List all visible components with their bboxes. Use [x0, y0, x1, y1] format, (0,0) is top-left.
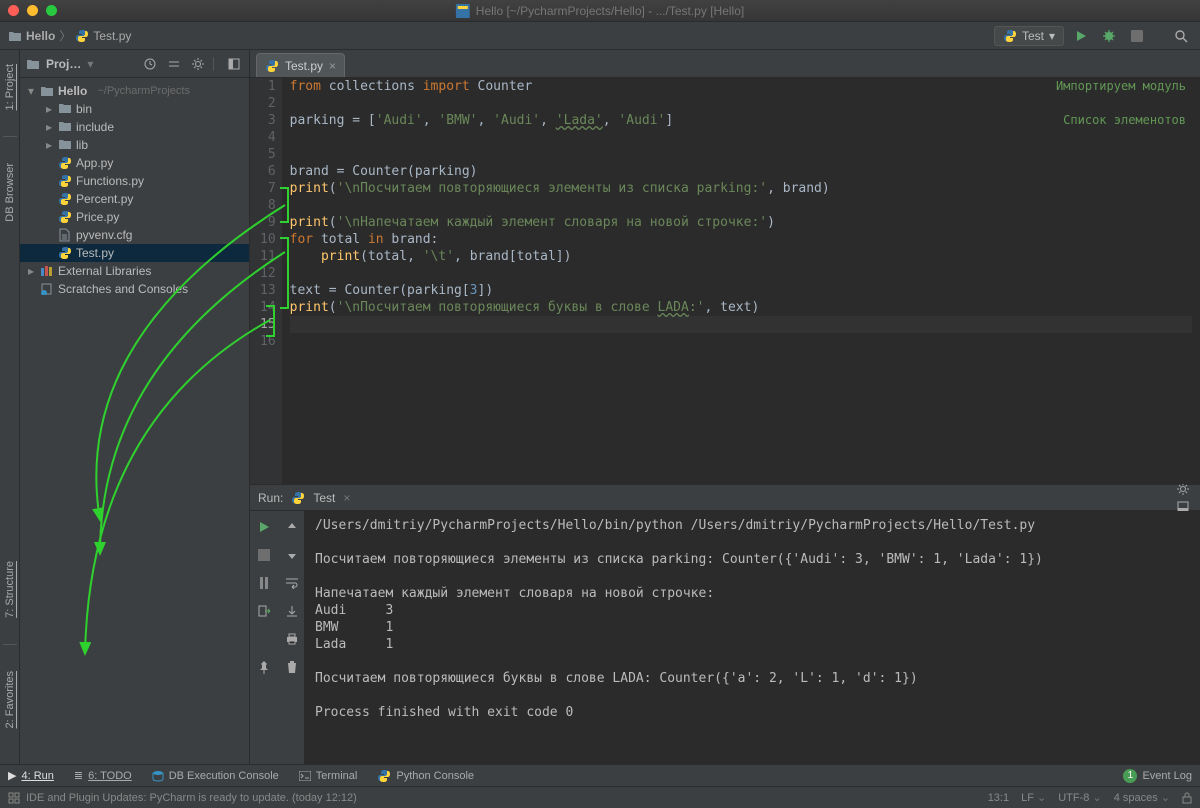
tool-tab-project[interactable]: 1: Project	[2, 58, 18, 116]
run-config-select[interactable]: Test ▾	[994, 26, 1064, 46]
cursor-position[interactable]: 13:1	[988, 792, 1009, 804]
window-title: Hello [~/PycharmProjects/Hello] - .../Te…	[476, 4, 744, 18]
trash-button[interactable]	[282, 657, 302, 677]
window-minimize-button[interactable]	[27, 5, 38, 16]
settings-button[interactable]	[189, 55, 207, 73]
stop-button[interactable]	[1126, 25, 1148, 47]
app-icon	[456, 4, 470, 18]
close-run-tab[interactable]: ×	[343, 491, 350, 505]
tab-python-console[interactable]: Python Console	[377, 769, 474, 783]
tree-item[interactable]: Price.py	[20, 208, 249, 226]
tab-event-log[interactable]: 1Event Log	[1123, 769, 1192, 783]
breadcrumb-file[interactable]: Test.py	[93, 29, 131, 43]
tab-run[interactable]: ▶4: Run	[8, 769, 54, 782]
line-separator[interactable]: LF ⌄	[1021, 791, 1046, 804]
tree-external-libraries[interactable]: ▸ External Libraries	[20, 262, 249, 280]
run-tab-label[interactable]: Test	[313, 491, 335, 505]
code-content[interactable]: Импортируем модуль Список элеменотов fro…	[282, 78, 1200, 484]
run-toolbar	[250, 511, 305, 764]
project-tree[interactable]: ▾ Hello ~/PycharmProjects ▸bin▸include▸l…	[20, 78, 249, 764]
tree-item[interactable]: pyvenv.cfg	[20, 226, 249, 244]
lock-icon[interactable]	[1182, 792, 1192, 804]
run-config-name: Test	[1022, 29, 1044, 43]
breadcrumb-root[interactable]: Hello	[26, 29, 55, 43]
tree-item[interactable]: ▸bin	[20, 100, 249, 118]
up-button[interactable]	[282, 517, 302, 537]
pause-button[interactable]	[254, 573, 274, 593]
tool-tab-favorites[interactable]: 2: Favorites	[2, 665, 18, 734]
hide-sidebar-button[interactable]	[225, 55, 243, 73]
print-button[interactable]	[282, 629, 302, 649]
window-close-button[interactable]	[8, 5, 19, 16]
sidebar-title: Proj…	[46, 57, 81, 71]
select-opened-file-button[interactable]	[141, 55, 159, 73]
indent-status[interactable]: 4 spaces ⌄	[1114, 791, 1170, 804]
stop-run-button[interactable]	[254, 545, 274, 565]
annotation-2: Список элеменотов	[1063, 112, 1186, 129]
tab-label: Test.py	[285, 59, 323, 73]
python-icon	[291, 491, 305, 505]
debug-button[interactable]	[1098, 25, 1120, 47]
project-sidebar: Proj… ▾ ▾ Hello ~/PycharmProjects ▸bin▸i…	[20, 50, 250, 764]
run-button[interactable]	[1070, 25, 1092, 47]
console-output[interactable]: /Users/dmitriy/PycharmProjects/Hello/bin…	[305, 511, 1200, 764]
window-zoom-button[interactable]	[46, 5, 57, 16]
tree-item[interactable]: Test.py	[20, 244, 249, 262]
file-encoding[interactable]: UTF-8 ⌄	[1058, 791, 1101, 804]
windows-icon[interactable]	[8, 792, 20, 804]
chevron-down-icon: ▾	[1049, 29, 1055, 43]
tree-item[interactable]: Percent.py	[20, 190, 249, 208]
exit-button[interactable]	[254, 601, 274, 621]
line-gutter: 12345678910111213141516	[250, 78, 282, 484]
project-icon	[26, 58, 40, 70]
scroll-to-end-button[interactable]	[282, 601, 302, 621]
collapse-all-button[interactable]	[165, 55, 183, 73]
rerun-button[interactable]	[254, 517, 274, 537]
search-button[interactable]	[1170, 25, 1192, 47]
tree-item[interactable]: ▸lib	[20, 136, 249, 154]
tree-scratches[interactable]: Scratches and Consoles	[20, 280, 249, 298]
annotation-1: Импортируем модуль	[1056, 78, 1186, 95]
run-panel-label: Run:	[258, 491, 283, 505]
tab-terminal[interactable]: Terminal	[299, 770, 358, 782]
left-tool-strip: 1: Project DB Browser 7: Structure 2: Fa…	[0, 50, 20, 764]
titlebar: Hello [~/PycharmProjects/Hello] - .../Te…	[0, 0, 1200, 22]
tab-db-console[interactable]: DB Execution Console	[152, 770, 279, 782]
chevron-down-icon[interactable]: ▾	[87, 57, 93, 71]
tool-tab-db[interactable]: DB Browser	[2, 157, 18, 228]
tree-item[interactable]: ▸include	[20, 118, 249, 136]
tree-root[interactable]: ▾ Hello ~/PycharmProjects	[20, 82, 249, 100]
folder-icon	[8, 30, 22, 42]
breadcrumb[interactable]: Hello 〉 Test.py	[8, 27, 131, 44]
down-button[interactable]	[282, 545, 302, 565]
tool-tab-structure[interactable]: 7: Structure	[2, 555, 18, 624]
close-tab-button[interactable]: ×	[329, 59, 336, 73]
statusbar: IDE and Plugin Updates: PyCharm is ready…	[0, 786, 1200, 808]
python-file-icon	[265, 59, 279, 73]
bottom-tabs: ▶4: Run ≣6: TODO DB Execution Console Te…	[0, 764, 1200, 786]
run-panel: Run: Test ×	[250, 484, 1200, 764]
editor-tab[interactable]: Test.py ×	[256, 53, 345, 77]
tab-todo[interactable]: ≣6: TODO	[74, 769, 132, 782]
code-editor[interactable]: 12345678910111213141516 Импортируем моду…	[250, 78, 1200, 484]
soft-wrap-button[interactable]	[282, 573, 302, 593]
python-file-icon	[75, 29, 89, 43]
pin-button[interactable]	[254, 657, 274, 677]
status-message[interactable]: IDE and Plugin Updates: PyCharm is ready…	[26, 792, 357, 804]
tree-item[interactable]: App.py	[20, 154, 249, 172]
navbar: Hello 〉 Test.py Test ▾	[0, 22, 1200, 50]
tree-item[interactable]: Functions.py	[20, 172, 249, 190]
python-icon	[1003, 29, 1017, 43]
